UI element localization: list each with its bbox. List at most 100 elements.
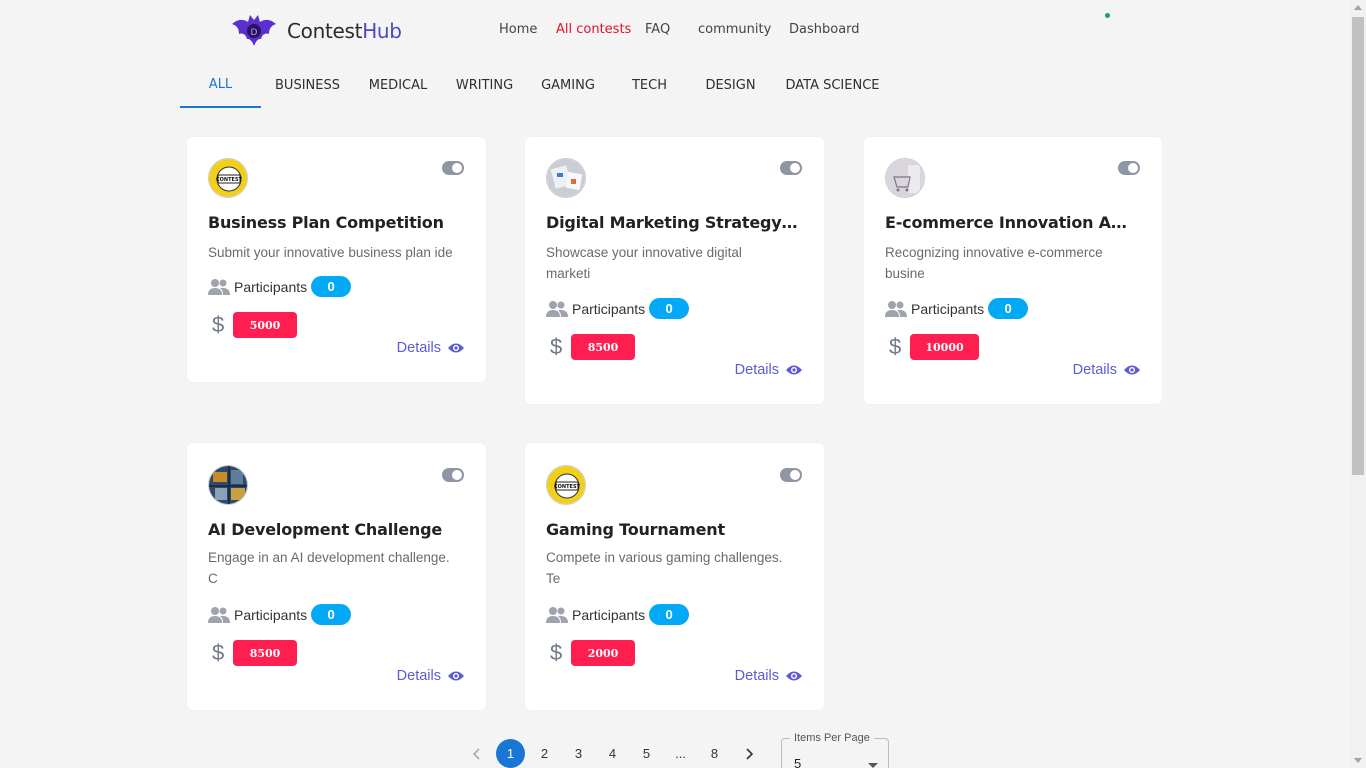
items-per-page-label: Items Per Page [790, 732, 874, 744]
card-title: Gaming Tournament [546, 520, 725, 539]
details-link[interactable]: Details [735, 362, 802, 378]
brand-name: ContestHub [287, 19, 402, 43]
contest-card: AI Development Challenge Engage in an AI… [187, 443, 486, 710]
participants-label: Participants [234, 278, 308, 295]
page-ellipsis: ... [675, 746, 686, 761]
nav-community[interactable]: community [698, 22, 789, 37]
participants-count: 0 [311, 276, 352, 297]
page-button[interactable]: 3 [564, 739, 593, 768]
nav-all-contests[interactable]: All contests [556, 22, 645, 37]
scrollbar-thumb[interactable] [1352, 17, 1364, 475]
favorite-toggle[interactable] [1118, 161, 1140, 175]
chevron-left-icon [472, 747, 480, 760]
online-status-dot [1105, 13, 1110, 18]
favorite-toggle[interactable] [442, 161, 464, 175]
eye-icon [448, 343, 464, 353]
participants-count: 0 [649, 604, 690, 625]
page-button[interactable]: 4 [598, 739, 627, 768]
details-label: Details [734, 668, 779, 684]
users-icon [208, 278, 230, 295]
items-per-page-value: 5 [794, 756, 802, 768]
nav-faq[interactable]: FAQ [645, 22, 698, 37]
details-link[interactable]: Details [735, 668, 802, 684]
items-per-page-select[interactable]: Items Per Page 5 [781, 732, 889, 768]
participants-row: Participants 0 [546, 298, 690, 319]
favorite-toggle[interactable] [780, 161, 802, 175]
tab-tech[interactable]: TECH [609, 62, 690, 108]
brand-logo[interactable]: D ContestHub [231, 14, 402, 48]
prize-amount: 5000 [233, 312, 297, 338]
prize-row: $ 8500 [212, 640, 297, 666]
dollar-icon: $ [889, 334, 902, 359]
tab-all[interactable]: ALL [180, 62, 261, 108]
details-label: Details [396, 340, 441, 356]
svg-text:CONTEST: CONTEST [554, 484, 581, 490]
card-description: Showcase your innovative digital marketi [546, 245, 742, 281]
eye-icon [786, 671, 802, 681]
users-icon [546, 300, 568, 317]
bat-logo-icon: D [232, 15, 276, 46]
scroll-down-arrow-icon[interactable] [1354, 758, 1362, 763]
card-title: AI Development Challenge [208, 520, 443, 539]
tab-gaming[interactable]: GAMING [527, 62, 609, 108]
prize-row: $ 10000 [889, 334, 979, 360]
eye-icon [448, 671, 464, 681]
prize-row: $ 2000 [550, 640, 635, 666]
tab-writing[interactable]: WRITING [442, 62, 527, 108]
contest-card: CONTEST Business Plan Competition Submit… [187, 137, 486, 382]
nav-home[interactable]: Home [499, 22, 556, 37]
participants-count: 0 [649, 298, 690, 319]
nav-dashboard[interactable]: Dashboard [789, 22, 860, 37]
contest-badge-icon: CONTEST [546, 465, 586, 505]
card-description: Compete in various gaming challenges. Te [546, 550, 783, 586]
dollar-icon: $ [212, 312, 225, 337]
page-button[interactable]: 1 [496, 739, 525, 768]
tab-design[interactable]: DESIGN [690, 62, 771, 108]
details-link[interactable]: Details [397, 340, 464, 356]
scroll-up-arrow-icon[interactable] [1354, 5, 1362, 10]
participants-count: 0 [311, 604, 352, 625]
prev-page-button[interactable] [462, 739, 491, 768]
page-button[interactable]: 8 [700, 739, 729, 768]
eye-icon [1124, 365, 1140, 375]
prize-amount: 8500 [571, 334, 635, 360]
pagination: 1 2 3 4 5 ... 8 [462, 739, 768, 768]
page-button[interactable]: 2 [530, 739, 559, 768]
tab-data-science[interactable]: DATA SCIENCE [771, 62, 894, 108]
contest-card: CONTEST Gaming Tournament Compete in var… [525, 443, 824, 710]
category-tabs: ALL BUSINESS MEDICAL WRITING GAMING TECH… [180, 62, 894, 108]
users-icon [546, 606, 568, 623]
prize-row: $ 5000 [212, 312, 297, 338]
prize-row: $ 8500 [550, 334, 635, 360]
next-page-button[interactable] [734, 739, 763, 768]
details-link[interactable]: Details [1073, 362, 1140, 378]
tab-business[interactable]: BUSINESS [261, 62, 354, 108]
users-icon [885, 300, 907, 317]
eye-icon [786, 365, 802, 375]
dollar-icon: $ [550, 334, 563, 359]
marketing-photo-icon [546, 158, 586, 198]
tab-medical[interactable]: MEDICAL [354, 62, 442, 108]
details-link[interactable]: Details [397, 668, 464, 684]
details-label: Details [1072, 362, 1117, 378]
page-button[interactable]: 5 [632, 739, 661, 768]
details-label: Details [396, 668, 441, 684]
svg-text:CONTEST: CONTEST [216, 177, 243, 183]
participants-label: Participants [572, 606, 646, 623]
chevron-right-icon [745, 747, 753, 760]
participants-row: Participants 0 [885, 298, 1029, 319]
favorite-toggle[interactable] [442, 468, 464, 482]
participants-row: Participants 0 [546, 604, 690, 625]
vertical-scrollbar[interactable] [1350, 0, 1366, 768]
contest-card: E-commerce Innovation Awards Recognizing… [864, 137, 1162, 404]
card-description: Recognizing innovative e-commerce busine [885, 245, 1103, 281]
card-description: Engage in an AI development challenge. C [208, 550, 450, 586]
circuit-board-photo-icon [208, 465, 248, 505]
card-title: Digital Marketing Strategy Com... [546, 213, 802, 232]
favorite-toggle[interactable] [780, 468, 802, 482]
contest-badge-icon: CONTEST [208, 158, 248, 198]
card-description: Submit your innovative business plan ide [208, 245, 453, 260]
svg-text:D: D [251, 28, 258, 38]
caret-down-icon [868, 763, 878, 768]
dollar-icon: $ [550, 640, 563, 665]
